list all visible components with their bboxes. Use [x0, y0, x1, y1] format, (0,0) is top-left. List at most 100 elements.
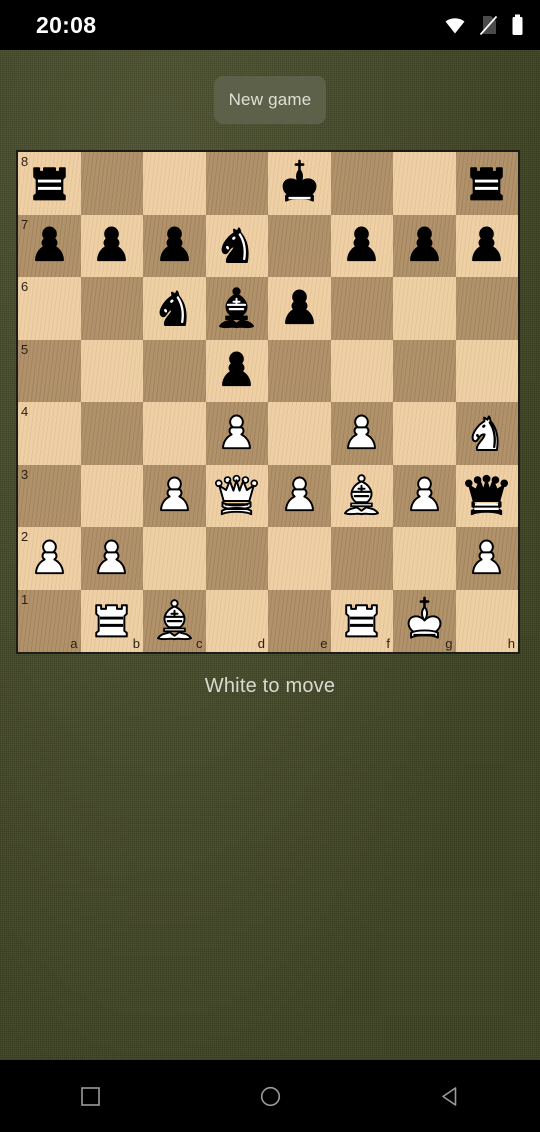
piece-black-king-e8[interactable] [272, 156, 327, 211]
board-square-c2[interactable] [143, 527, 206, 590]
board-square-b3[interactable] [80, 464, 143, 527]
board-square-c5[interactable] [143, 339, 206, 402]
board-square-g8[interactable] [393, 152, 456, 215]
piece-white-pawn-b2[interactable] [84, 531, 139, 586]
piece-white-bishop-f3[interactable] [334, 468, 389, 523]
piece-white-rook-b1[interactable] [84, 593, 139, 648]
board-square-g5[interactable] [393, 339, 456, 402]
piece-white-pawn-a2[interactable] [22, 531, 77, 586]
board-square-e2[interactable] [268, 527, 331, 590]
board-square-e3[interactable] [268, 464, 331, 527]
board-square-d3[interactable] [205, 464, 268, 527]
board-square-h4[interactable] [455, 402, 518, 465]
board-square-f1[interactable]: f [330, 589, 393, 652]
piece-white-rook-f1[interactable] [334, 593, 389, 648]
piece-black-pawn-e6[interactable] [272, 281, 327, 336]
board-square-c6[interactable] [143, 277, 206, 340]
board-square-e8[interactable] [268, 152, 331, 215]
board-square-c7[interactable] [143, 214, 206, 277]
board-square-f5[interactable] [330, 339, 393, 402]
board-square-g7[interactable] [393, 214, 456, 277]
piece-black-pawn-a7[interactable] [22, 218, 77, 273]
piece-white-queen-d3[interactable] [209, 468, 264, 523]
board-square-f8[interactable] [330, 152, 393, 215]
board-square-h2[interactable] [455, 527, 518, 590]
board-square-c1[interactable]: c [143, 589, 206, 652]
board-square-a4[interactable]: 4 [18, 402, 81, 465]
board-square-c4[interactable] [143, 402, 206, 465]
board-square-a1[interactable]: 1a [18, 589, 81, 652]
board-square-b5[interactable] [80, 339, 143, 402]
board-square-h1[interactable]: h [455, 589, 518, 652]
board-square-b4[interactable] [80, 402, 143, 465]
board-square-g6[interactable] [393, 277, 456, 340]
board-square-a5[interactable]: 5 [18, 339, 81, 402]
piece-black-pawn-f7[interactable] [334, 218, 389, 273]
board-square-h8[interactable] [455, 152, 518, 215]
board-square-c3[interactable] [143, 464, 206, 527]
back-button[interactable] [415, 1060, 485, 1132]
board-square-e5[interactable] [268, 339, 331, 402]
piece-black-queen-h3[interactable] [459, 468, 514, 523]
board-square-h5[interactable] [455, 339, 518, 402]
board-square-a2[interactable]: 2 [18, 527, 81, 590]
board-square-d8[interactable] [205, 152, 268, 215]
home-button[interactable] [235, 1060, 305, 1132]
board-square-g4[interactable] [393, 402, 456, 465]
board-square-f3[interactable] [330, 464, 393, 527]
board-square-a7[interactable]: 7 [18, 214, 81, 277]
piece-black-rook-a8[interactable] [22, 156, 77, 211]
board-square-b2[interactable] [80, 527, 143, 590]
board-square-b6[interactable] [80, 277, 143, 340]
board-square-g1[interactable]: g [393, 589, 456, 652]
new-game-button[interactable]: New game [214, 76, 326, 124]
piece-white-pawn-c3[interactable] [147, 468, 202, 523]
piece-black-pawn-c7[interactable] [147, 218, 202, 273]
board-square-e4[interactable] [268, 402, 331, 465]
piece-white-pawn-h2[interactable] [459, 531, 514, 586]
piece-black-knight-d7[interactable] [209, 218, 264, 273]
board-square-d4[interactable] [205, 402, 268, 465]
piece-white-pawn-e3[interactable] [272, 468, 327, 523]
piece-white-knight-h4[interactable] [459, 406, 514, 461]
board-square-h3[interactable] [455, 464, 518, 527]
board-square-d1[interactable]: d [205, 589, 268, 652]
piece-black-pawn-h7[interactable] [459, 218, 514, 273]
board-square-d7[interactable] [205, 214, 268, 277]
board-square-e6[interactable] [268, 277, 331, 340]
board-square-g3[interactable] [393, 464, 456, 527]
board-square-e1[interactable]: e [268, 589, 331, 652]
board-square-h6[interactable] [455, 277, 518, 340]
piece-white-pawn-d4[interactable] [209, 406, 264, 461]
piece-white-pawn-f4[interactable] [334, 406, 389, 461]
piece-white-bishop-c1[interactable] [147, 593, 202, 648]
piece-white-pawn-g3[interactable] [397, 468, 452, 523]
board-square-d6[interactable] [205, 277, 268, 340]
piece-black-knight-c6[interactable] [147, 281, 202, 336]
board-square-d2[interactable] [205, 527, 268, 590]
board-square-a8[interactable]: 8 [18, 152, 81, 215]
recents-button[interactable] [55, 1060, 125, 1132]
board-square-a6[interactable]: 6 [18, 277, 81, 340]
board-square-f4[interactable] [330, 402, 393, 465]
piece-black-pawn-g7[interactable] [397, 218, 452, 273]
board-square-c8[interactable] [143, 152, 206, 215]
piece-black-rook-h8[interactable] [459, 156, 514, 211]
board-square-g2[interactable] [393, 527, 456, 590]
board-square-f7[interactable] [330, 214, 393, 277]
piece-black-pawn-d5[interactable] [209, 343, 264, 398]
board-square-b7[interactable] [80, 214, 143, 277]
chess-board[interactable]: 8 7 6 5 4 3 2 1 a b c d e f g h [16, 150, 520, 654]
piece-black-bishop-d6[interactable] [209, 281, 264, 336]
piece-white-king-g1[interactable] [397, 593, 452, 648]
board-square-f6[interactable] [330, 277, 393, 340]
board-square-a3[interactable]: 3 [18, 464, 81, 527]
board-square-d5[interactable] [205, 339, 268, 402]
board-square-e7[interactable] [268, 214, 331, 277]
board-square-b8[interactable] [80, 152, 143, 215]
battery-icon [512, 14, 523, 35]
board-square-f2[interactable] [330, 527, 393, 590]
board-square-b1[interactable]: b [80, 589, 143, 652]
piece-black-pawn-b7[interactable] [84, 218, 139, 273]
board-square-h7[interactable] [455, 214, 518, 277]
